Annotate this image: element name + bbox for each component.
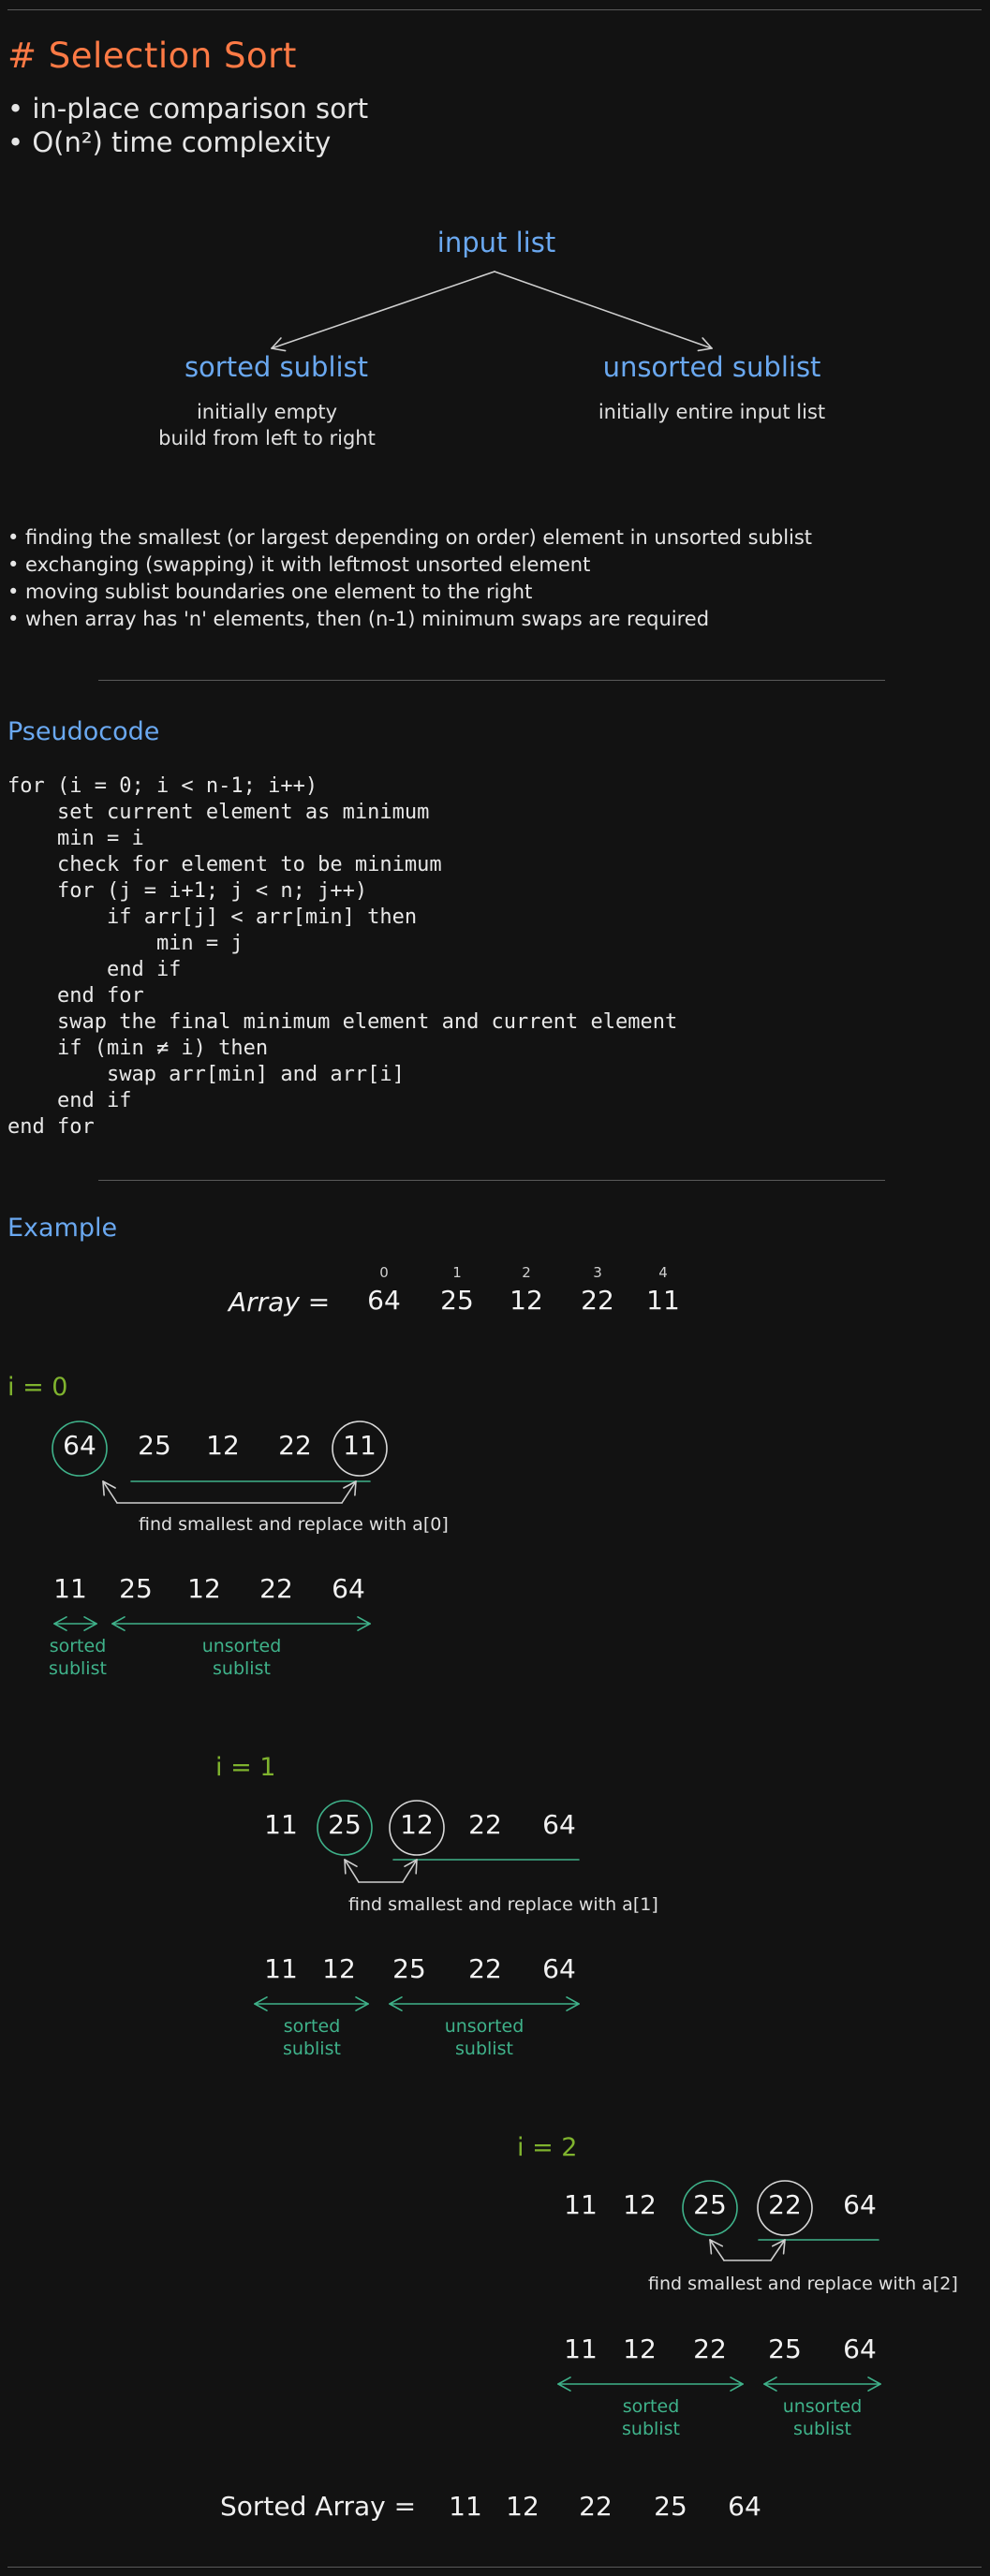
before-value: 25 <box>328 1809 362 1840</box>
after-value: 22 <box>259 1573 293 1604</box>
array-index: 1 <box>452 1264 462 1281</box>
iteration-label: i = 2 <box>517 2133 578 2162</box>
before-value: 11 <box>564 2189 598 2220</box>
swap-arrow <box>344 1859 347 1875</box>
array-index: 0 <box>379 1264 389 1281</box>
array-value: 25 <box>440 1285 474 1316</box>
before-value: 22 <box>468 1809 502 1840</box>
diagram-edge-right <box>697 347 713 352</box>
unsorted-sublist-arrow <box>357 1623 371 1631</box>
unsorted-sublist-arrow <box>566 1996 580 2005</box>
unsorted-sublist-arrow <box>867 2383 881 2392</box>
sorted-value: 11 <box>449 2491 482 2522</box>
after-value: 22 <box>468 1953 502 1984</box>
array-value: 22 <box>581 1285 614 1316</box>
sorted-sublist-arrow <box>254 1996 268 2005</box>
array-index: 2 <box>522 1264 531 1281</box>
unsorted-sublist-label-2: sublist <box>793 2419 851 2439</box>
swap-caption: find smallest and replace with a[1] <box>348 1894 658 1915</box>
before-value: 64 <box>63 1430 96 1461</box>
unsorted-sublist-arrow <box>357 1616 371 1625</box>
array-value: 12 <box>510 1285 543 1316</box>
unsorted-sublist-label-1: unsorted <box>782 2396 863 2417</box>
sorted-sublist-arrow <box>254 2003 268 2011</box>
sorted-sublist-label-1: sorted <box>49 1636 107 1656</box>
diagram-edge-left <box>271 271 495 349</box>
sorted-sublist-arrow <box>53 1616 67 1625</box>
sorted-sublist-label-1: sorted <box>622 2396 680 2417</box>
sorted-sublist-arrow <box>557 2377 571 2385</box>
unsorted-sublist-arrow <box>111 1616 126 1625</box>
before-value: 11 <box>343 1430 377 1461</box>
unsorted-sublist-arrow <box>867 2377 881 2385</box>
sorted-sublist-arrow <box>83 1623 97 1631</box>
sorted-sublist-arrow <box>83 1616 97 1625</box>
array-index: 4 <box>658 1264 668 1281</box>
iteration-label: i = 0 <box>7 1373 68 1402</box>
unsorted-sublist-arrow <box>763 2377 777 2385</box>
after-value: 25 <box>392 1953 426 1984</box>
sorted-sublist-label-2: sublist <box>622 2419 680 2439</box>
sorted-sublist-label-1: sorted <box>283 2016 341 2037</box>
unsorted-sublist-arrow <box>111 1623 126 1631</box>
unsorted-sublist-label-2: sublist <box>213 1658 271 1679</box>
swap-caption: find smallest and replace with a[0] <box>139 1514 449 1535</box>
unsorted-sublist-label-2: sublist <box>455 2039 513 2059</box>
sorted-sublist-label-2: sublist <box>283 2039 341 2059</box>
swap-arrow <box>415 1859 418 1875</box>
unsorted-sublist-arrow <box>566 2003 580 2011</box>
after-value: 25 <box>768 2333 802 2364</box>
after-value: 64 <box>332 1573 365 1604</box>
array-value: 64 <box>367 1285 401 1316</box>
sorted-sublist-label-2: sublist <box>49 1658 107 1679</box>
unsorted-sublist-label-1: unsorted <box>444 2016 525 2037</box>
after-value: 11 <box>264 1953 298 1984</box>
after-value: 64 <box>542 1953 576 1984</box>
sorted-sublist-arrow <box>53 1623 67 1631</box>
after-value: 11 <box>53 1573 87 1604</box>
before-value: 64 <box>843 2189 877 2220</box>
before-value: 11 <box>264 1809 298 1840</box>
sorted-value: 25 <box>654 2491 687 2522</box>
before-value: 25 <box>138 1430 171 1461</box>
diagram-edge-right <box>494 271 713 349</box>
swap-arrow <box>354 1480 357 1496</box>
before-value: 12 <box>623 2189 657 2220</box>
before-value: 12 <box>400 1809 434 1840</box>
after-value: 22 <box>693 2333 727 2364</box>
after-value: 25 <box>119 1573 153 1604</box>
after-value: 12 <box>623 2333 657 2364</box>
unsorted-sublist-arrow <box>763 2383 777 2392</box>
sorted-value: 12 <box>506 2491 539 2522</box>
swap-caption: find smallest and replace with a[2] <box>648 2274 958 2294</box>
sorted-sublist-arrow <box>730 2377 744 2385</box>
sorted-sublist-arrow <box>355 2003 369 2011</box>
sorted-value: 22 <box>579 2491 613 2522</box>
before-value: 22 <box>768 2189 802 2220</box>
array-value: 11 <box>646 1285 680 1316</box>
sorted-value: 64 <box>728 2491 761 2522</box>
array-index: 3 <box>593 1264 602 1281</box>
unsorted-sublist-arrow <box>389 2003 403 2011</box>
before-value: 12 <box>206 1430 240 1461</box>
unsorted-sublist-label-1: unsorted <box>201 1636 282 1656</box>
swap-arrow <box>102 1480 105 1496</box>
unsorted-sublist-arrow <box>389 1996 403 2005</box>
before-value: 22 <box>278 1430 312 1461</box>
diagram-edge-left <box>271 347 287 352</box>
after-value: 12 <box>322 1953 356 1984</box>
before-value: 25 <box>693 2189 727 2220</box>
after-value: 11 <box>564 2333 598 2364</box>
after-value: 12 <box>187 1573 221 1604</box>
iteration-label: i = 1 <box>215 1753 276 1782</box>
before-value: 64 <box>542 1809 576 1840</box>
after-value: 64 <box>843 2333 877 2364</box>
sorted-sublist-arrow <box>730 2383 744 2392</box>
sorted-sublist-arrow <box>557 2383 571 2392</box>
sorted-sublist-arrow <box>355 1996 369 2005</box>
